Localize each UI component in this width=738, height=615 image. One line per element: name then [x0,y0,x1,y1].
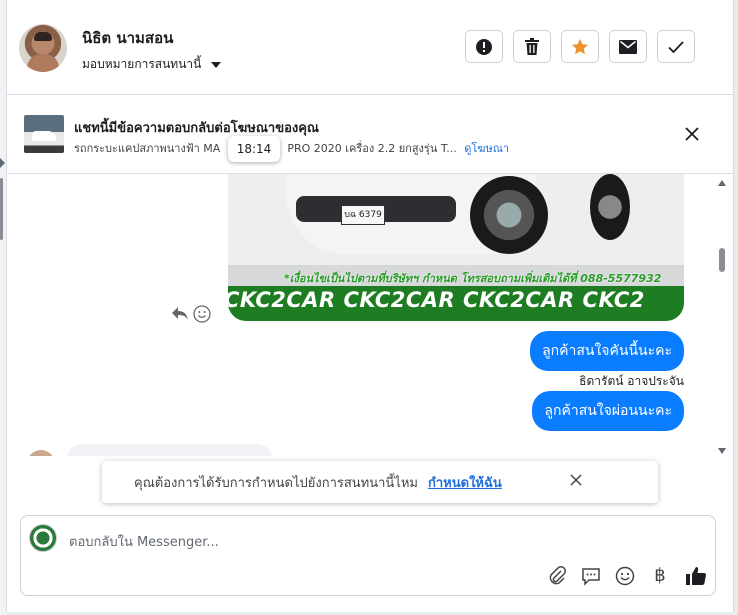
check-icon [668,40,684,53]
close-icon [570,474,582,486]
assign-conversation-dropdown[interactable]: มอบหมายการสนทนานี้ [82,55,222,74]
emoji-icon[interactable] [615,566,635,586]
conversation-header: นิธิต นามสอน มอบหมายการสนทนานี้ [7,0,733,95]
contact-name[interactable]: นิธิต นามสอน [82,26,173,50]
ad-banner-title: แชทนี้มีข้อความตอบกลับต่อโฆษณาของคุณ [74,121,319,136]
scroll-down-icon[interactable] [718,448,726,454]
message-reactions [171,305,211,323]
image-caption-phone: *เงื่อนไขเป็นไปตามที่บริษัทฯ กำหนด โทรสอ… [284,272,662,285]
paperclip-icon[interactable] [547,565,567,586]
message-list[interactable]: บฉ 6379 *เงื่อนไขเป็นไปตามที่บริษัทฯ กำห… [7,174,733,456]
smiley-icon[interactable] [193,305,211,323]
reply-input[interactable]: ตอบกลับใน Messenger... [69,531,219,552]
contact-mini-avatar [27,450,55,456]
star-button[interactable] [561,30,599,63]
outgoing-message[interactable]: ลูกค้าสนใจคันนี้นะคะ [530,331,684,371]
reminder-text: คุณต้องการได้รับการกำหนดไปยังการสนทนานี้… [134,476,418,491]
star-icon [572,38,588,54]
ad-subtitle-tail: PRO 2020 เครื่อง 2.2 ยกสูงรุ่น T... [287,142,457,155]
ad-thumbnail[interactable] [24,115,64,153]
mark-unread-button[interactable] [609,30,647,63]
trash-icon [525,37,539,55]
sender-name: ธิดารัตน์ อาจประจัน [579,374,684,388]
ad-subtitle-text: รถกระบะแคปสภาพนางฟ้า MA [74,142,221,155]
composer-tools: ฿ [547,565,707,586]
assign-reminder-toast: คุณต้องการได้รับการกำหนดไปยังการสนทนานี้… [102,461,658,503]
envelope-icon [619,39,637,54]
saved-replies-icon[interactable] [581,566,601,586]
outgoing-message[interactable]: ลูกค้าสนใจผ่อนนะคะ [532,391,684,431]
alert-icon [476,38,492,55]
view-ad-link[interactable]: ดูโฆษณา [464,142,509,155]
ad-banner-subtitle: รถกระบะแคปสภาพนางฟ้า MA PRO 2020 เครื่อง… [74,139,509,157]
incoming-message[interactable] [67,444,272,456]
mark-spam-button[interactable] [465,30,503,63]
contact-avatar[interactable] [19,24,67,72]
scroll-thumb[interactable] [0,178,3,240]
reply-icon[interactable] [171,306,189,322]
attached-car-image[interactable]: บฉ 6379 *เงื่อนไขเป็นไปตามที่บริษัทฯ กำห… [228,174,684,321]
header-actions [465,30,695,63]
scroll-thumb[interactable] [719,248,725,272]
message-composer: ตอบกลับใน Messenger... ฿ [20,515,716,596]
chevron-down-icon [211,61,222,68]
message-scrollbar[interactable] [713,174,733,456]
collapse-arrow-icon[interactable] [0,158,5,168]
dismiss-reminder-button[interactable] [570,474,582,490]
payment-icon[interactable]: ฿ [649,565,671,586]
assign-label: มอบหมายการสนทนานี้ [82,57,202,71]
conversation-panel: นิธิต นามสอน มอบหมายการสนทนานี้ แชทนี้มี… [6,0,734,612]
scroll-up-icon[interactable] [718,180,726,186]
close-icon [685,127,699,141]
ad-reply-banner: แชทนี้มีข้อความตอบกลับต่อโฆษณาของคุณ รถก… [7,95,733,174]
image-watermark-strip: CKC2CAR CKC2CAR CKC2CAR CKC2 [228,288,645,312]
page-avatar [29,524,57,552]
thumbs-up-icon[interactable] [685,566,707,586]
close-banner-button[interactable] [685,126,699,145]
mark-done-button[interactable] [657,30,695,63]
delete-button[interactable] [513,30,551,63]
message-timestamp: 18:14 [228,136,280,162]
assign-to-me-link[interactable]: กำหนดให้ฉัน [428,472,502,493]
license-plate-text: บฉ 6379 [341,205,385,225]
